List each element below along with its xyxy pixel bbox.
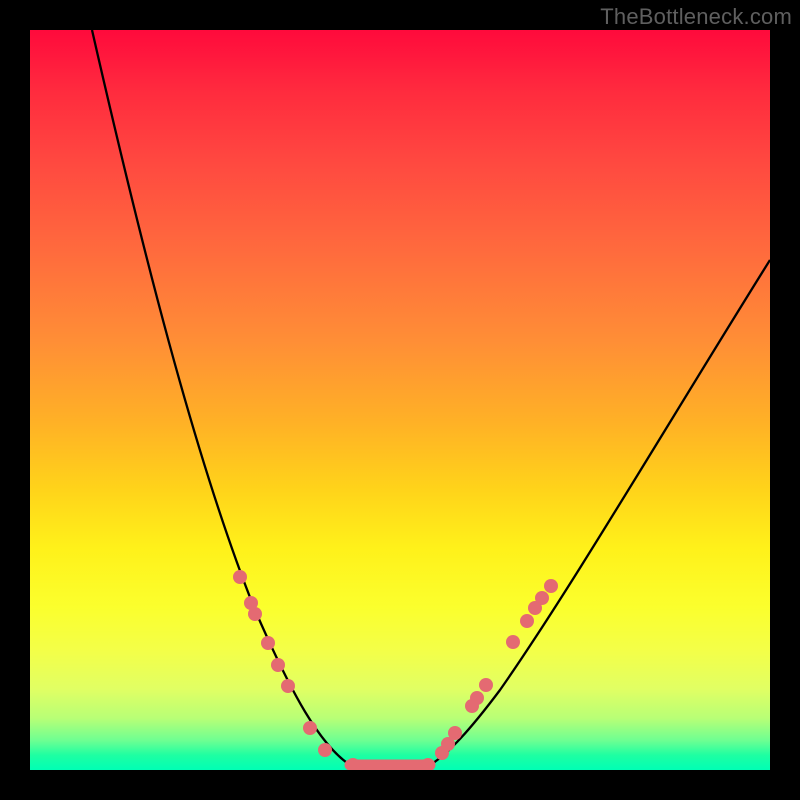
curve-svg <box>30 30 770 770</box>
chart-frame: TheBottleneck.com <box>0 0 800 800</box>
marker-right-7 <box>520 614 534 628</box>
marker-right-10 <box>544 579 558 593</box>
marker-left-0 <box>233 570 247 584</box>
marker-left-5 <box>281 679 295 693</box>
marker-left-4 <box>271 658 285 672</box>
marker-left-3 <box>261 636 275 650</box>
left-branch-path <box>92 30 350 765</box>
marker-right-6 <box>506 635 520 649</box>
marker-left-6 <box>303 721 317 735</box>
marker-right-5 <box>479 678 493 692</box>
marker-left-7 <box>318 743 332 757</box>
watermark-text: TheBottleneck.com <box>600 4 792 30</box>
marker-right-9 <box>535 591 549 605</box>
markers <box>233 570 558 770</box>
marker-left-2 <box>248 607 262 621</box>
plot-area <box>30 30 770 770</box>
marker-right-4 <box>470 691 484 705</box>
marker-right-2 <box>448 726 462 740</box>
